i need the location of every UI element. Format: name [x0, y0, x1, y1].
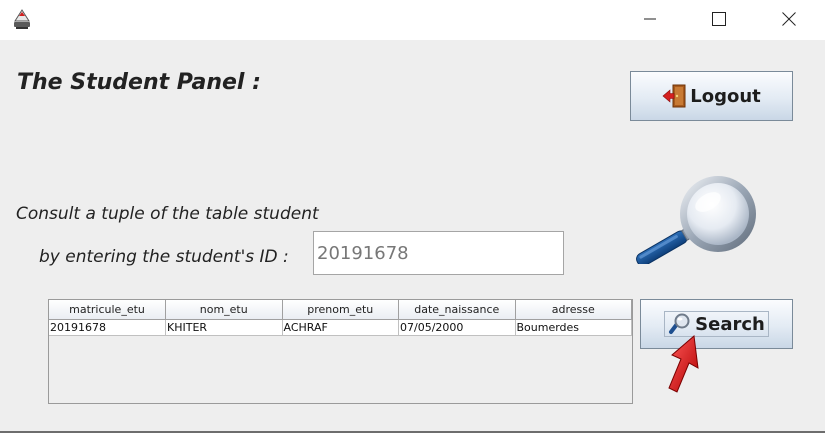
column-header[interactable]: date_naissance — [398, 300, 516, 320]
column-header[interactable]: nom_etu — [165, 300, 283, 320]
search-button[interactable]: Search — [640, 299, 793, 349]
table-cell[interactable]: ACHRAF — [282, 319, 399, 336]
title-bar — [0, 0, 825, 40]
student-table[interactable]: matricule_etu nom_etu prenom_etu date_na… — [48, 299, 633, 404]
app-window: The Student Panel : Logout Consult a tup… — [0, 0, 825, 433]
table-cell[interactable]: KHITER — [165, 319, 283, 336]
logout-label: Logout — [690, 85, 761, 107]
close-button[interactable] — [766, 0, 812, 38]
search-label: Search — [695, 313, 765, 335]
door-exit-icon — [662, 84, 686, 108]
maximize-button[interactable] — [696, 0, 742, 38]
consult-label: Consult a tuple of the table student — [16, 204, 319, 224]
student-id-input[interactable] — [313, 231, 564, 275]
maximize-icon — [712, 12, 726, 26]
table-cell[interactable]: Boumerdes — [515, 319, 632, 336]
table-cell[interactable]: 20191678 — [49, 319, 166, 336]
column-header[interactable]: adresse — [515, 300, 632, 320]
close-icon — [782, 12, 796, 26]
magnifying-glass-icon — [636, 176, 756, 264]
student-panel: The Student Panel : Logout Consult a tup… — [0, 40, 825, 431]
column-header[interactable]: matricule_etu — [49, 300, 166, 320]
panel-title: The Student Panel : — [17, 70, 261, 95]
table-header-row: matricule_etu nom_etu prenom_etu date_na… — [49, 300, 632, 320]
minimize-button[interactable] — [627, 0, 673, 38]
minimize-icon — [644, 18, 656, 20]
table-cell[interactable]: 07/05/2000 — [398, 319, 516, 336]
student-id-label: by entering the student's ID : — [39, 247, 289, 267]
column-header[interactable]: prenom_etu — [282, 300, 399, 320]
logout-button[interactable]: Logout — [630, 71, 793, 121]
red-arrow-icon — [668, 335, 699, 393]
java-cup-icon — [14, 9, 30, 29]
magnifier-icon — [669, 313, 690, 334]
table-row[interactable]: 20191678 KHITER ACHRAF 07/05/2000 Boumer… — [49, 319, 632, 336]
